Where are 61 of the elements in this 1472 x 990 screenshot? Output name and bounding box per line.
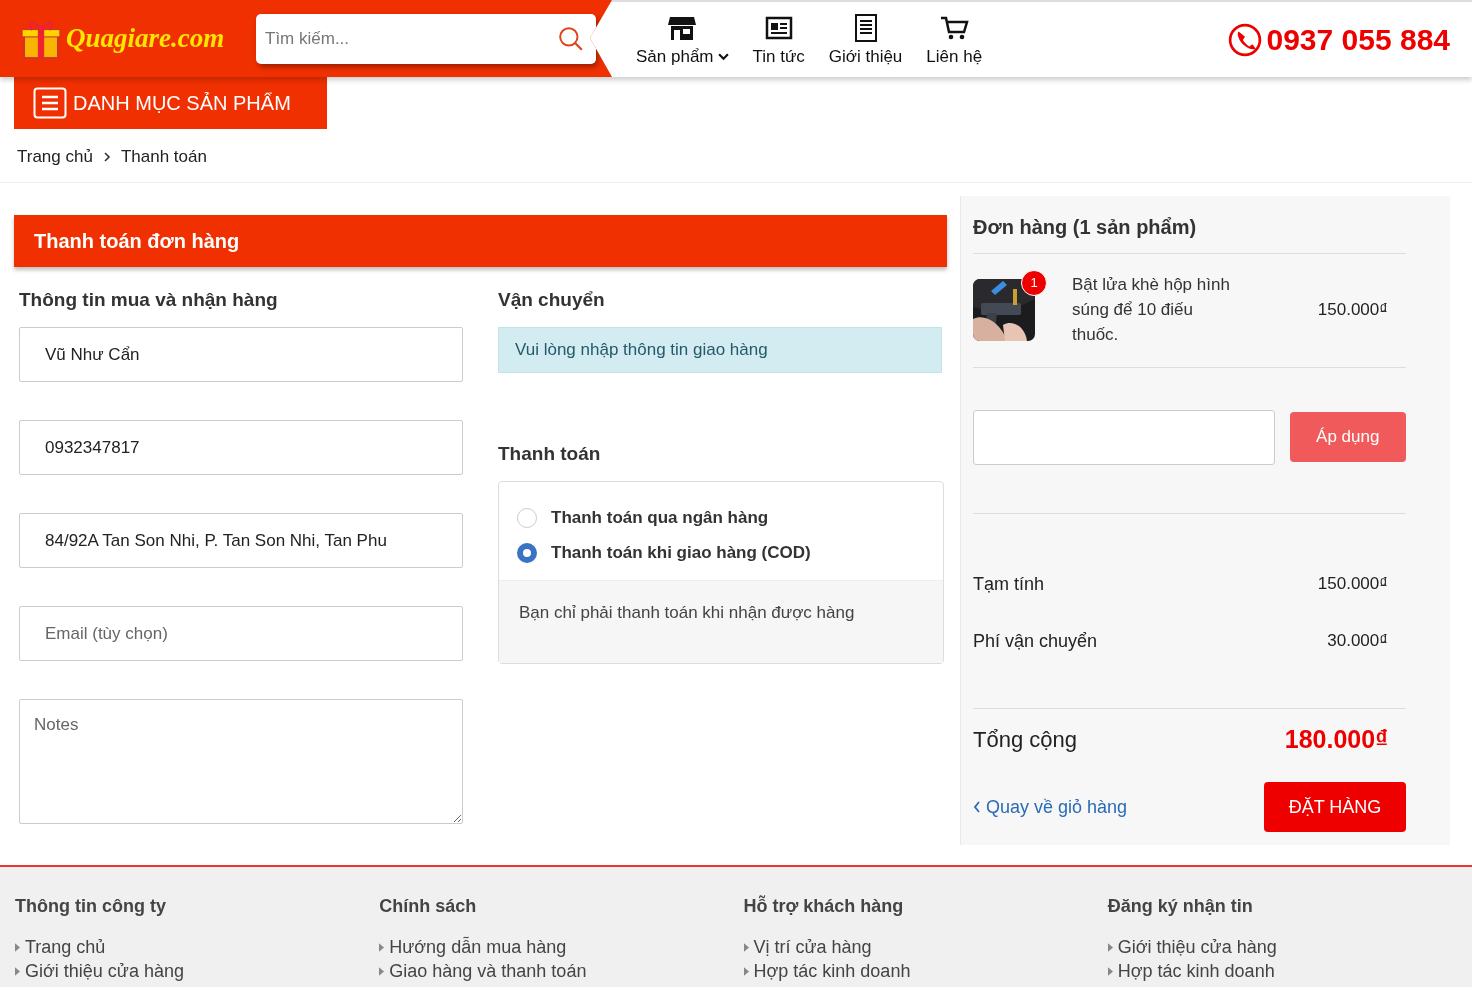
nav-link[interactable]: Liên hệ (926, 12, 983, 67)
input-field[interactable]: Vũ Như Cẩn (19, 327, 463, 382)
footer-link[interactable]: Giới thiệu cửa hàng (15, 959, 380, 983)
nav-link[interactable]: Giới thiệu (828, 12, 903, 67)
triangle-icon (379, 966, 385, 976)
total-label: Tổng cộng (973, 726, 1077, 753)
shipping-fee-value: 30.000₫ (1327, 631, 1388, 652)
product-name[interactable]: Bật lửa khè hộp hình súng để 10 điếu thuốc. (1072, 272, 1237, 347)
footer-heading: Hỗ trợ khách hàng (743, 896, 905, 917)
back-to-cart-link[interactable]: Quay về giỏ hàng (973, 796, 1128, 818)
category-menu-button[interactable]: DANH MỤC SẢN PHẨM (14, 77, 327, 129)
input-field[interactable]: 84/92A Tan Son Nhi, P. Tan Son Nhi, Tan Phu (19, 513, 463, 568)
triangle-icon (743, 966, 749, 976)
search-icon[interactable] (558, 25, 584, 52)
triangle-icon (1107, 966, 1113, 976)
footer-link[interactable]: Vị trí cửa hàng (743, 935, 1108, 959)
section-heading: Thanh toán (498, 443, 602, 465)
chevron-left-icon (973, 801, 981, 813)
quantity-badge: 1 (1021, 269, 1047, 296)
footer-heading: Chính sách (379, 896, 478, 917)
section-heading: Thông tin mua và nhận hàng (19, 289, 279, 311)
total-value: 180.000₫ (1284, 725, 1388, 754)
footer-heading: Đăng ký nhận tin (1107, 896, 1254, 917)
footer-link[interactable]: Hợp tác kinh doanh (743, 959, 1108, 983)
footer-link[interactable]: Giới thiệu cửa hàng (1107, 935, 1472, 959)
nav-link[interactable]: Sản phẩm (636, 12, 729, 67)
order-title: Đơn hàng (1 sản phẩm) (973, 216, 1406, 254)
triangle-icon (743, 942, 749, 952)
shipping-fee-label: Phí vận chuyển (973, 631, 1098, 653)
triangle-icon (15, 966, 20, 976)
info-notice: Vui lòng nhập thông tin giao hàng (498, 327, 942, 373)
payment-option[interactable]: Thanh toán qua ngân hàng (517, 500, 925, 535)
input-field[interactable]: 0932347817 (19, 420, 463, 475)
section-heading: Vận chuyển (498, 289, 606, 311)
phone-number[interactable]: 0937 055 884 (1266, 22, 1450, 57)
breadcrumb-link[interactable]: Thanh toán (120, 147, 207, 167)
chevron-icon (102, 152, 111, 162)
triangle-icon (1107, 942, 1113, 952)
coupon-field[interactable] (973, 410, 1275, 465)
footer-link[interactable]: Giao hàng và thanh toán (379, 959, 744, 983)
menu-icon (33, 87, 67, 119)
payment-option[interactable]: Thanh toán khi giao hàng (COD) (517, 535, 925, 570)
search-field[interactable]: Tìm kiếm... (256, 13, 596, 64)
subtotal-label: Tạm tính (973, 574, 1045, 596)
footer-link[interactable]: Hướng dẫn mua hàng (379, 935, 744, 959)
product-price: 150.000₫ (1317, 299, 1388, 320)
footer-link[interactable]: Trang chủ (15, 935, 380, 959)
payment-description: Bạn chỉ phải thanh toán khi nhận được hàng (499, 580, 943, 663)
input-field[interactable]: Email (tùy chọn) (19, 606, 463, 661)
triangle-icon (379, 942, 385, 952)
triangle-icon (15, 942, 20, 952)
nav-link[interactable]: Tin tức (752, 12, 805, 67)
footer-heading: Thông tin công ty (15, 896, 167, 917)
radio-button[interactable] (517, 542, 537, 563)
place-order-button[interactable]: ĐẶT HÀNG (1264, 782, 1406, 832)
subtotal-value: 150.000₫ (1317, 574, 1388, 595)
breadcrumb-link[interactable]: Trang chủ (17, 147, 93, 167)
section-title-bar: Thanh toán đơn hàng (14, 215, 947, 267)
phone-icon (1228, 22, 1263, 57)
notes-field[interactable]: Notes (19, 699, 463, 824)
footer-link[interactable]: Hợp tác kinh doanh (1107, 959, 1472, 983)
